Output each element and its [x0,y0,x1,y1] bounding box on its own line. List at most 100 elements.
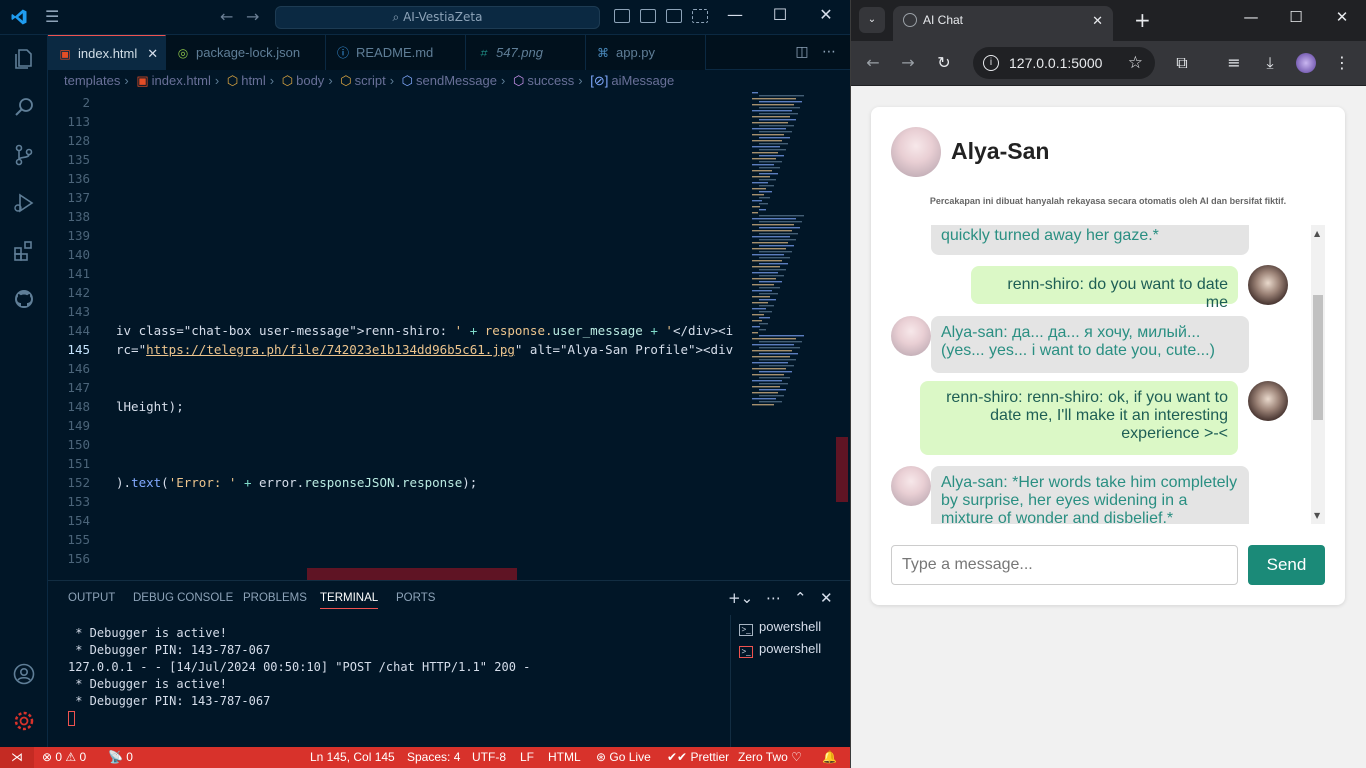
terminal-name: powershell [759,619,822,634]
breadcrumb-item[interactable]: html [241,73,266,88]
tab-app-py[interactable]: ⌘ app.py [586,35,706,70]
message-input[interactable] [891,545,1238,585]
more-actions-icon[interactable]: ⋯ [766,589,781,607]
language-mode[interactable]: HTML [548,747,581,768]
profile-avatar[interactable] [1295,53,1317,77]
panel-tab-debug-console[interactable]: DEBUG CONSOLE [133,592,233,604]
ports-status[interactable]: 📡 0 [108,747,133,768]
chat-scrollbar[interactable]: ▲ ▼ [1311,225,1325,524]
close-panel-icon[interactable]: ✕ [820,589,833,607]
terminal-output[interactable]: * Debugger is active! * Debugger PIN: 14… [68,625,718,727]
prettier-button[interactable]: ✔✔ Prettier [667,747,729,768]
editor-scrollbar[interactable] [836,437,848,502]
panel-tab-problems[interactable]: PROBLEMS [243,592,307,604]
code-editor[interactable]: 2 113 128 135 136 137 138 139 140 141 142 143 144 iv … [48,92,850,580]
editor-actions: ◫ ⋯ [795,44,836,60]
tab-package-lock-json[interactable]: ◎ package-lock.json [166,35,326,70]
tab-readme-md[interactable]: ⓘ README.md [326,35,466,70]
reload-icon[interactable]: ↻ [933,53,955,72]
settings-gear-icon[interactable] [12,709,36,733]
go-live-button[interactable]: ⊛ Go Live [596,747,651,768]
line-ending[interactable]: LF [520,747,534,768]
breadcrumb-item[interactable]: body [296,73,324,88]
back-arrow-icon[interactable]: ← [220,7,233,26]
tab-search-icon[interactable]: ⌄ [859,7,885,33]
minimize-icon[interactable]: — [1239,8,1263,26]
url-text: 127.0.0.1:5000 [1009,55,1103,71]
terminal-icon: >_ [739,646,753,658]
new-tab-icon[interactable]: + [1134,8,1151,32]
theme-status[interactable]: Zero Two ♡ [738,747,802,768]
image-icon: ⌗ [479,46,487,60]
scroll-up-arrow-icon[interactable]: ▲ [1314,229,1320,238]
maximize-icon[interactable]: ☐ [1284,8,1308,26]
command-center-search[interactable]: ⌕ AI-VestiaZeta [275,6,600,29]
account-icon[interactable] [12,662,36,686]
browser-menu-icon[interactable]: ⋮ [1331,53,1353,72]
breadcrumb-item[interactable]: success [527,73,574,88]
run-debug-icon[interactable] [12,191,36,215]
alya-avatar [891,466,931,506]
downloads-icon[interactable]: ⤓ [1259,53,1281,73]
code-line: 143 [48,302,753,321]
close-window-icon[interactable]: ✕ [816,5,836,24]
tab-547-png[interactable]: ⌗ 547.png [466,35,586,70]
bookmark-star-icon[interactable]: ☆ [1128,47,1143,79]
search-icon[interactable] [12,95,36,119]
toggle-sidebar-icon[interactable] [614,9,630,23]
cursor-position[interactable]: Ln 145, Col 145 [310,747,395,768]
source-control-icon[interactable] [12,143,36,167]
toggle-panel-icon[interactable] [640,9,656,23]
menu-icon[interactable]: ☰ [45,8,65,26]
scroll-thumb[interactable] [1313,295,1323,420]
breadcrumb-item[interactable]: index.html [152,73,211,88]
tab-index-html[interactable]: ▣ index.html ✕ [48,35,166,70]
new-terminal-icon[interactable]: +⌄ [728,589,753,607]
encoding[interactable]: UTF-8 [472,747,506,768]
indentation[interactable]: Spaces: 4 [407,747,460,768]
panel-tab-output[interactable]: OUTPUT [68,592,115,604]
browser-tab-ai-chat[interactable]: AI Chat ✕ [893,6,1113,41]
close-window-icon[interactable]: ✕ [1330,8,1354,26]
split-editor-icon[interactable]: ◫ [795,44,808,60]
back-icon[interactable]: ← [862,53,884,72]
maximize-panel-icon[interactable]: ⌃ [794,589,807,607]
scroll-down-arrow-icon[interactable]: ▼ [1314,511,1320,520]
customize-layout-icon[interactable] [692,9,708,23]
more-actions-icon[interactable]: ⋯ [822,44,836,60]
site-info-icon[interactable]: i [983,55,999,71]
close-tab-icon[interactable]: ✕ [1092,6,1103,35]
horizontal-scrollbar[interactable] [307,568,517,580]
breadcrumb-item[interactable]: aiMessage [611,73,674,88]
github-icon[interactable] [12,287,36,311]
extensions-icon[interactable] [12,239,36,263]
close-tab-icon[interactable]: ✕ [147,46,158,61]
breadcrumb-item[interactable]: script [355,73,386,88]
forward-icon[interactable]: → [897,53,919,72]
terminal-line: * Debugger PIN: 143-787-067 [68,643,271,657]
maximize-icon[interactable]: ☐ [770,5,790,24]
line-number: 140 [67,247,90,262]
panel-tab-ports[interactable]: PORTS [396,592,435,604]
remote-icon[interactable]: ⋊ [0,747,34,768]
forward-arrow-icon[interactable]: → [246,7,259,26]
address-bar[interactable]: i 127.0.0.1:5000 ☆ [973,47,1155,79]
extensions-puzzle-icon[interactable]: ⧉ [1171,53,1193,73]
breadcrumb-item[interactable]: sendMessage [416,73,497,88]
terminal-item-powershell[interactable]: >_ powershell [739,619,821,636]
variable-icon: [⊘] [590,73,609,88]
panel-tab-terminal[interactable]: TERMINAL [320,592,379,609]
terminal-item-powershell[interactable]: >_ powershell [739,641,821,658]
notifications-bell-icon[interactable]: 🔔 [822,747,837,768]
chat-box[interactable]: quickly turned away her gaze.* renn-shir… [891,225,1325,524]
media-controls-icon[interactable]: ≡ [1223,53,1245,72]
code-line: 152).text('Error: ' + error.responseJSON… [48,473,753,492]
problems-status[interactable]: ⊗ 0 ⚠ 0 [42,747,86,768]
breadcrumb-item[interactable]: templates [64,73,120,88]
explorer-icon[interactable] [12,47,36,71]
toggle-secondary-sidebar-icon[interactable] [666,9,682,23]
minimize-icon[interactable]: — [725,5,745,24]
user-message: renn-shiro: do you want to date me [971,266,1238,311]
minimap[interactable] [750,92,840,412]
send-button[interactable]: Send [1248,545,1325,585]
